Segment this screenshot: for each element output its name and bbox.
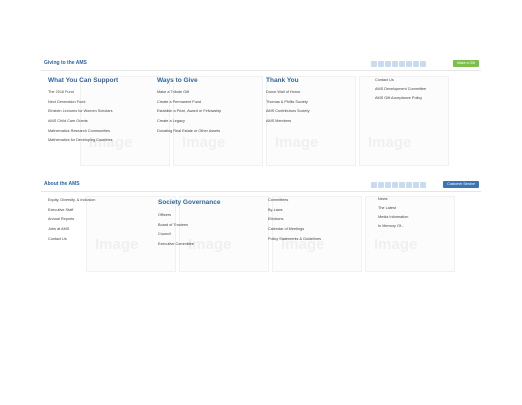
twitter-icon[interactable] xyxy=(378,61,384,67)
menu-link[interactable]: The 2016 Fund xyxy=(48,90,118,95)
about-column-governance: Society Governance Officers Board of Tru… xyxy=(158,185,221,252)
linkedin-icon[interactable] xyxy=(385,182,391,188)
giving-section-header: Giving to the AMS Make a Gift xyxy=(41,59,481,71)
menu-link[interactable]: Calendar of Meetings xyxy=(268,227,321,232)
share-icons xyxy=(371,182,426,188)
menu-link[interactable]: Council xyxy=(158,232,221,237)
about-section-header: About the AMS Customer Service xyxy=(41,180,481,192)
menu-link[interactable]: By-Laws xyxy=(268,208,321,213)
menu-link[interactable]: Equity, Diversity, & Inclusion xyxy=(48,198,95,203)
menu-link[interactable]: Media Information xyxy=(378,215,408,220)
menu-link[interactable]: Mathematics Research Communities xyxy=(48,129,118,134)
bookmark-icon[interactable] xyxy=(413,61,419,67)
menu-link[interactable]: Annual Reports xyxy=(48,217,95,222)
giving-column-ways: Ways to Give Make a Tribute Gift Create … xyxy=(157,77,221,138)
menu-link[interactable]: Policy Statements & Guidelines xyxy=(268,237,321,242)
menu-link[interactable]: AMS Gift Acceptance Policy xyxy=(375,96,426,101)
menu-link[interactable]: Executive Staff xyxy=(48,208,95,213)
menu-link[interactable]: Establish a Prize, Award or Fellowship xyxy=(157,109,221,114)
menu-link[interactable]: AMS Development Committee xyxy=(375,87,426,92)
menu-link[interactable]: AMS Child Care Grants xyxy=(48,119,118,124)
giving-column-thanks: Thank You Donor Wall of Honor Thomas & P… xyxy=(266,77,309,129)
menu-link[interactable]: Officers xyxy=(158,213,221,218)
print-icon[interactable] xyxy=(399,182,405,188)
menu-link[interactable]: Executive Committee xyxy=(158,242,221,247)
menu-link[interactable]: Create a Permanent Fund xyxy=(157,100,221,105)
menu-link[interactable]: Contact Us xyxy=(48,237,95,242)
menu-link[interactable]: Create a Legacy xyxy=(157,119,221,124)
customer-service-button[interactable]: Customer Service xyxy=(443,181,479,188)
menu-link[interactable]: Elections xyxy=(268,217,321,222)
about-section-title: About the AMS xyxy=(44,181,80,187)
facebook-icon[interactable] xyxy=(371,61,377,67)
email-icon[interactable] xyxy=(392,61,398,67)
about-column-news: News The Latest Media Information In Mem… xyxy=(378,195,408,233)
column-heading[interactable]: News xyxy=(378,195,408,203)
menu-link[interactable]: Donor Wall of Honor xyxy=(266,90,309,95)
giving-column-contact: Contact Us AMS Development Committee AMS… xyxy=(375,76,426,105)
menu-link[interactable]: Mathematics for Developing Countries xyxy=(48,138,118,143)
column-heading: Society Governance xyxy=(158,199,221,206)
menu-link[interactable]: AMS Contributors Society xyxy=(266,109,309,114)
menu-link[interactable]: Committees xyxy=(268,198,321,203)
share-icon[interactable] xyxy=(406,182,412,188)
menu-link[interactable]: Einstein Lectures for Women Scholars xyxy=(48,109,118,114)
column-heading: Thank You xyxy=(266,77,299,84)
twitter-icon[interactable] xyxy=(378,182,384,188)
plus-icon[interactable] xyxy=(420,182,426,188)
share-icons xyxy=(371,61,426,67)
menu-link[interactable]: Jobs at AMS xyxy=(48,227,95,232)
menu-link[interactable]: Thomas & Phillis Society xyxy=(266,100,309,105)
menu-link[interactable]: The Latest xyxy=(378,206,408,211)
column-heading: What You Can Support xyxy=(48,77,119,84)
menu-link[interactable]: Donating Real Estate or Other Assets xyxy=(157,129,221,134)
menu-link[interactable]: AMS Members xyxy=(266,119,309,124)
menu-link[interactable]: Make a Tribute Gift xyxy=(157,90,221,95)
giving-column-support: What You Can Support The 2016 Fund Next … xyxy=(48,77,118,148)
column-heading[interactable]: Contact Us xyxy=(375,76,426,84)
linkedin-icon[interactable] xyxy=(385,61,391,67)
menu-link[interactable]: In Memory Of... xyxy=(378,224,408,229)
make-a-gift-button[interactable]: Make a Gift xyxy=(453,60,479,67)
menu-link[interactable]: Board of Trustees xyxy=(158,223,221,228)
column-heading: Ways to Give xyxy=(157,77,198,84)
bookmark-icon[interactable] xyxy=(413,182,419,188)
menu-link[interactable]: Next Generation Fund xyxy=(48,100,118,105)
plus-icon[interactable] xyxy=(420,61,426,67)
about-column-governance-more: Committees By-Laws Elections Calendar of… xyxy=(268,198,321,246)
giving-section-title: Giving to the AMS xyxy=(44,60,87,66)
about-column-general: Equity, Diversity, & Inclusion Executive… xyxy=(48,198,95,246)
facebook-icon[interactable] xyxy=(371,182,377,188)
email-icon[interactable] xyxy=(392,182,398,188)
print-icon[interactable] xyxy=(399,61,405,67)
share-icon[interactable] xyxy=(406,61,412,67)
